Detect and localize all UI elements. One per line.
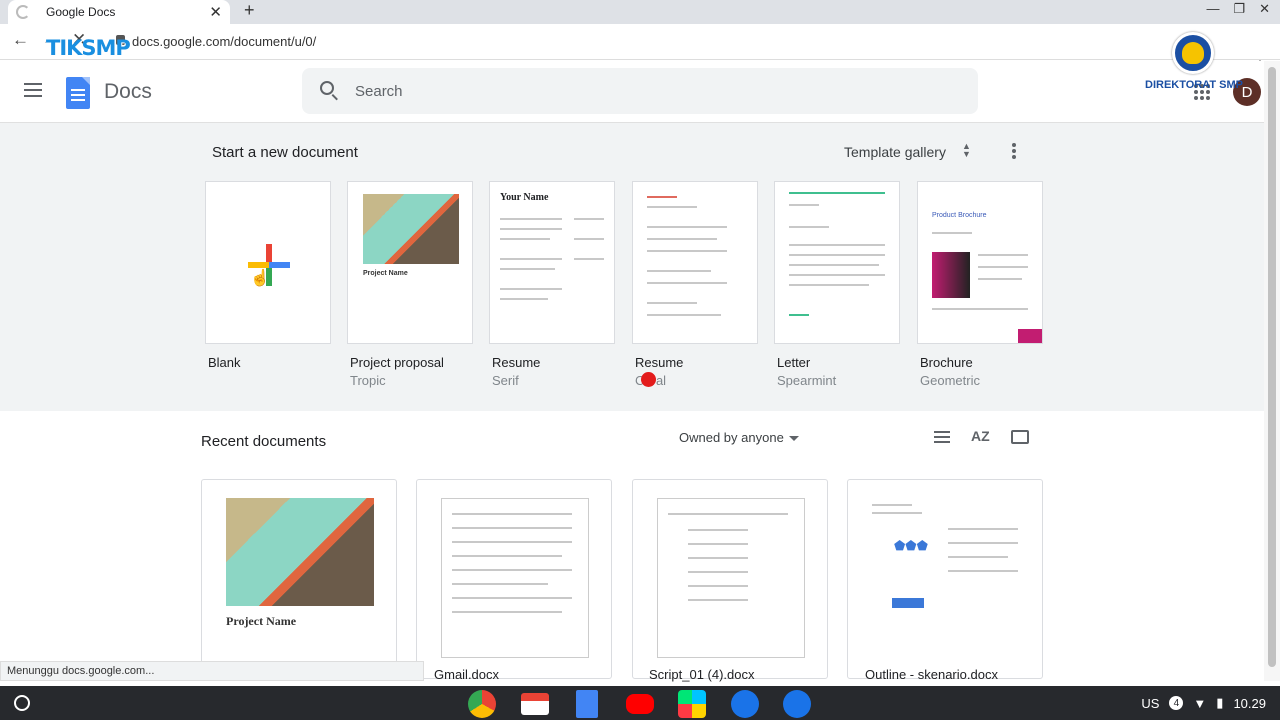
wifi-icon: ▼: [1193, 695, 1207, 711]
template-name: Letter: [777, 355, 811, 370]
thumbnail-title: Product Brochure: [932, 212, 987, 219]
document-name[interactable]: Script_01 (4).docx: [649, 667, 755, 682]
search-placeholder: Search: [355, 83, 403, 100]
expand-icon[interactable]: ▲ ▼: [962, 142, 971, 159]
close-window-icon[interactable]: ✕: [1259, 0, 1270, 18]
document-name[interactable]: Outline - skenario.docx: [865, 667, 998, 682]
template-name: Brochure: [920, 355, 973, 370]
play-store-icon[interactable]: [678, 690, 706, 718]
template-name: Blank: [208, 355, 241, 370]
address-bar[interactable]: docs.google.com/document/u/0/: [132, 34, 316, 49]
new-document-section: Start a new document Template gallery ▲ ▼…: [0, 123, 1264, 411]
section-title: Start a new document: [212, 144, 358, 161]
tab-title: Google Docs: [46, 5, 116, 19]
template-thumbnail[interactable]: [774, 181, 900, 344]
template-letter[interactable]: Letter Spearmint: [774, 181, 900, 388]
back-icon[interactable]: ←: [12, 30, 29, 50]
sort-icon[interactable]: AZ: [971, 428, 990, 444]
chevron-down-icon: [788, 436, 799, 442]
restore-icon[interactable]: ❐: [1233, 0, 1245, 18]
template-name: Resume: [492, 355, 541, 370]
app-title[interactable]: Docs: [104, 80, 152, 104]
template-thumbnail[interactable]: [632, 181, 758, 344]
close-tab-icon[interactable]: ✕: [209, 3, 222, 21]
template-thumbnail[interactable]: Project Name: [347, 181, 473, 344]
thumbnail-image: [932, 252, 970, 298]
recent-documents-section: Recent documents Owned by anyone AZ Proj…: [0, 411, 1264, 682]
template-resume-serif[interactable]: Your Name Resume Serif: [489, 181, 615, 388]
status-bar: Menunggu docs.google.com...: [0, 661, 424, 681]
template-style: Geometric: [920, 373, 980, 388]
document-card[interactable]: Project Name: [201, 479, 397, 679]
launcher-icon[interactable]: [14, 695, 30, 711]
loading-icon: [16, 5, 30, 19]
document-thumbnail: [226, 498, 374, 606]
click-indicator: [641, 372, 656, 387]
more-options-icon[interactable]: [1012, 143, 1016, 161]
thumbnail-title: Project Name: [226, 614, 297, 628]
document-name[interactable]: Gmail.docx: [434, 667, 499, 682]
os-shelf: US 4 ▼ ▮ 10.29: [0, 686, 1280, 720]
template-style: Spearmint: [777, 373, 837, 388]
template-blank[interactable]: ☝ Blank: [205, 181, 331, 370]
document-thumbnail: [441, 498, 589, 658]
settings-icon[interactable]: [783, 690, 811, 718]
template-name: Resume: [635, 355, 684, 370]
diagram-shapes: ⬟⬟⬟: [894, 538, 928, 553]
document-card[interactable]: ⬟⬟⬟: [847, 479, 1043, 679]
browser-tab[interactable]: Google Docs ✕: [8, 0, 230, 24]
document-thumbnail: ⬟⬟⬟: [872, 498, 1020, 658]
system-tray[interactable]: US 4 ▼ ▮ 10.29: [1141, 695, 1266, 711]
org-label: DIREKTORAT SMP: [1145, 79, 1243, 91]
template-name: Project proposal: [350, 355, 444, 370]
search-icon[interactable]: [320, 81, 334, 95]
chrome-icon[interactable]: [468, 690, 496, 718]
clock: 10.29: [1233, 695, 1266, 711]
search-input[interactable]: Search: [302, 68, 978, 114]
thumbnail-graphic: [363, 194, 459, 264]
keyboard-locale: US: [1141, 695, 1160, 711]
youtube-icon[interactable]: [626, 694, 654, 714]
accent-shape: [1018, 329, 1042, 343]
template-project-proposal[interactable]: Project Name Project proposal Tropic: [347, 181, 473, 388]
section-title: Recent documents: [201, 433, 327, 450]
accent-line: [789, 192, 885, 194]
document-card[interactable]: [632, 479, 828, 679]
notification-badge: 4: [1169, 696, 1184, 710]
watermark-logo: TIKSMP: [46, 36, 131, 60]
template-brochure[interactable]: Product Brochure Brochure Geometric: [917, 181, 1043, 388]
list-view-icon[interactable]: [934, 431, 950, 443]
main-menu-icon[interactable]: [24, 83, 42, 101]
window-controls: — ❐ ✕: [1206, 0, 1270, 18]
browser-tabbar: Google Docs ✕ + — ❐ ✕: [0, 0, 1280, 24]
docs-logo-icon[interactable]: [66, 77, 90, 109]
battery-icon: ▮: [1216, 695, 1224, 710]
scrollbar[interactable]: [1264, 61, 1280, 681]
template-resume-coral[interactable]: Resume Coral: [632, 181, 758, 388]
minimize-icon[interactable]: —: [1206, 0, 1219, 18]
docs-header: Docs Search: [0, 61, 1264, 123]
template-thumbnail[interactable]: Your Name: [489, 181, 615, 344]
diagram-box: [892, 598, 924, 608]
template-thumbnail[interactable]: Product Brochure: [917, 181, 1043, 344]
browser-toolbar: ← → ✕ docs.google.com/document/u/0/ ✚ ⋮: [0, 24, 1280, 76]
owner-filter-dropdown[interactable]: Owned by anyone: [679, 430, 799, 445]
document-thumbnail: [657, 498, 805, 658]
emblem-logo: [1172, 32, 1214, 74]
hand-cursor-icon: ☝: [250, 270, 270, 287]
thumbnail-title: Your Name: [500, 192, 549, 203]
messages-icon[interactable]: [731, 690, 759, 718]
docs-icon[interactable]: [576, 690, 598, 718]
owner-filter-label: Owned by anyone: [679, 430, 784, 445]
thumbnail-title: Project Name: [363, 270, 408, 277]
gmail-icon[interactable]: [521, 693, 549, 715]
template-gallery-button[interactable]: Template gallery: [844, 144, 946, 160]
document-card[interactable]: [416, 479, 612, 679]
new-tab-icon[interactable]: +: [244, 0, 255, 20]
template-style: Tropic: [350, 373, 386, 388]
template-thumbnail[interactable]: ☝: [205, 181, 331, 344]
template-style: Serif: [492, 373, 519, 388]
folder-icon[interactable]: [1011, 430, 1029, 444]
